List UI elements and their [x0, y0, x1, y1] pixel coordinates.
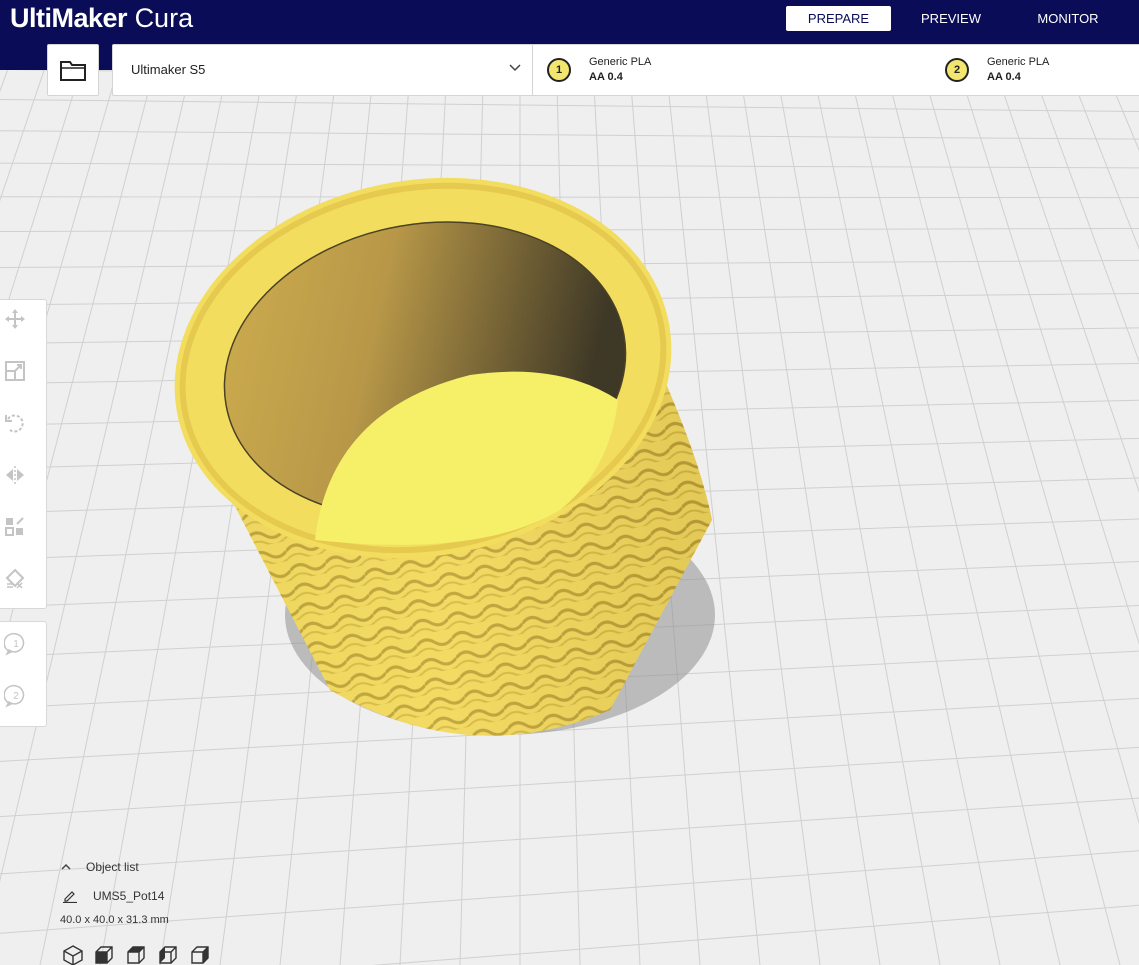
object-list-label: Object list [86, 860, 139, 874]
rotate-tool-button[interactable] [4, 412, 40, 448]
pencil-icon [63, 891, 77, 903]
tab-monitor[interactable]: MONITOR [1016, 6, 1120, 31]
support-blocker-icon [5, 568, 25, 589]
tab-preview[interactable]: PREVIEW [900, 6, 1002, 31]
per-model-settings-icon [5, 517, 24, 536]
3d-viewport[interactable]: 1 2 [0, 70, 1139, 965]
extruder-2-badge: 2 [945, 58, 969, 82]
tab-prepare[interactable]: PREPARE [786, 6, 891, 31]
extruder-2-tool-button[interactable]: 2 [4, 684, 40, 720]
extruder-1-config[interactable]: 1 Generic PLA AA 0.4 [547, 45, 907, 95]
view-right-icon [191, 946, 209, 964]
build-plate-scene [0, 70, 1139, 965]
extruder-1-badge: 1 [547, 58, 571, 82]
per-model-settings-button[interactable] [4, 516, 40, 552]
object-dimensions: 40.0 x 40.0 x 31.3 mm [60, 914, 169, 926]
view-left-button[interactable] [155, 944, 181, 965]
object-name: UMS5_Pot14 [93, 889, 165, 903]
view-front-button[interactable] [91, 944, 117, 965]
support-blocker-button[interactable] [4, 568, 40, 604]
open-file-button[interactable] [47, 44, 99, 96]
printer-name: Ultimaker S5 [131, 62, 206, 77]
move-tool-button[interactable] [4, 308, 40, 344]
object-list-toggle[interactable]: Object list [60, 860, 220, 878]
logo-cura [127, 3, 135, 33]
rotate-icon [5, 414, 24, 433]
view-3d-button[interactable] [60, 944, 86, 965]
scale-icon [5, 361, 25, 381]
printer-bar: Ultimaker S5 1 Generic PLA AA 0.4 2 Gene… [112, 44, 1139, 96]
extruder-1-icon: 1 [4, 632, 25, 656]
chevron-down-icon [509, 64, 521, 72]
folder-icon [60, 61, 86, 81]
app-logo: UltiMaker Cura [10, 3, 194, 33]
extruder-1-material: Generic PLA [589, 56, 652, 68]
chevron-up-icon [61, 863, 71, 870]
view-right-button[interactable] [187, 944, 213, 965]
extruder-2-material: Generic PLA [987, 56, 1050, 68]
svg-text:2: 2 [13, 691, 19, 702]
view-left-icon [159, 946, 177, 964]
view-3d-icon [63, 945, 83, 965]
extruder-tool-panel: 1 2 [0, 621, 47, 727]
scale-tool-button[interactable] [4, 360, 40, 396]
mirror-tool-button[interactable] [4, 464, 40, 500]
mirror-icon [6, 466, 24, 484]
tool-panel [0, 299, 47, 609]
extruder-2-config[interactable]: 2 Generic PLA AA 0.4 [945, 45, 1139, 95]
svg-text:1: 1 [13, 639, 19, 650]
extruder-1-core: AA 0.4 [589, 71, 623, 83]
extruder-1-tool-button[interactable]: 1 [4, 632, 40, 668]
view-top-button[interactable] [123, 944, 149, 965]
printer-selector[interactable]: Ultimaker S5 [113, 45, 533, 95]
move-icon [5, 309, 25, 329]
view-front-icon [95, 946, 113, 964]
extruder-2-icon: 2 [4, 684, 25, 708]
extruder-2-core: AA 0.4 [987, 71, 1021, 83]
view-top-icon [127, 946, 145, 964]
